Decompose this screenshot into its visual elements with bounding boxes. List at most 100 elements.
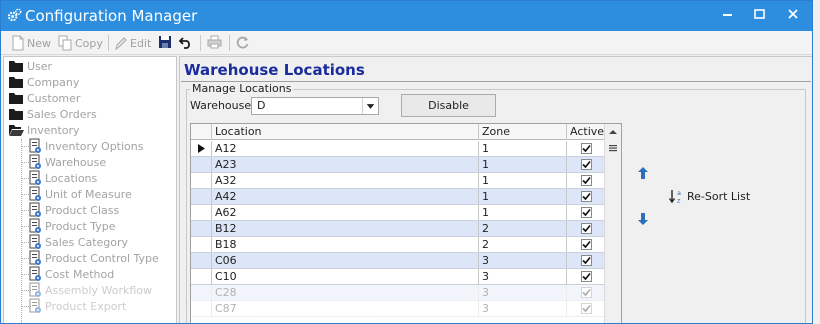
column-header-active[interactable]: Active [566,124,605,140]
close-icon[interactable] [776,1,810,30]
print-icon[interactable] [207,35,222,49]
row-selector[interactable] [191,269,211,284]
row-selector[interactable] [191,285,211,300]
save-icon[interactable] [158,35,172,49]
resort-list-button[interactable]: a z Re-Sort List [668,188,750,204]
cell-location[interactable]: C87 [211,301,478,316]
cell-location[interactable]: A23 [211,157,478,172]
pencil-icon [115,37,127,51]
tree-item-assembly-workflow[interactable]: Assembly Workflow [28,282,152,298]
row-selector[interactable] [191,189,211,204]
page-settings-icon [29,154,41,169]
cell-location[interactable]: A62 [211,205,478,220]
content-pane: Warehouse Locations Manage Locations War… [179,56,812,323]
active-checkbox[interactable] [581,255,592,266]
refresh-icon[interactable] [236,35,250,49]
active-checkbox[interactable] [581,271,592,282]
table-row[interactable]: A42 1 [191,189,605,205]
table-row[interactable]: C28 3 [191,285,605,301]
table-row[interactable]: A23 1 [191,157,605,173]
table-row[interactable]: A62 1 [191,205,605,221]
active-checkbox[interactable] [581,223,592,234]
minimize-icon[interactable] [711,1,745,30]
column-header-zone[interactable]: Zone [478,124,566,140]
cell-zone[interactable]: 1 [478,173,566,188]
tree-item-label: Assembly Workflow [45,283,153,297]
table-row[interactable]: C10 3 [191,269,605,285]
tree-item-sales-category[interactable]: Sales Category [28,234,128,250]
cell-zone[interactable]: 1 [478,189,566,204]
tree-item-product-class[interactable]: Product Class [28,202,119,218]
table-row[interactable]: C06 3 [191,253,605,269]
cell-location[interactable]: B12 [211,221,478,236]
active-checkbox[interactable] [581,207,592,218]
cell-location[interactable]: A32 [211,173,478,188]
row-selector[interactable] [191,221,211,236]
tree-item-product-type[interactable]: Product Type [28,218,116,234]
new-button[interactable]: New [11,33,51,53]
table-row[interactable]: C87 3 [191,301,605,317]
cell-location[interactable]: C06 [211,253,478,268]
row-selector[interactable] [191,253,211,268]
column-header-location[interactable]: Location [211,124,478,140]
cell-location[interactable]: A42 [211,189,478,204]
tree-item-user[interactable]: User [8,58,52,74]
copy-button[interactable]: Copy [58,33,103,53]
cell-zone[interactable]: 3 [478,269,566,284]
active-checkbox[interactable] [581,191,592,202]
cell-zone[interactable]: 1 [478,141,566,156]
undo-icon[interactable] [179,35,193,49]
cell-active [566,237,605,252]
tree-item-unit-of-measure[interactable]: Unit of Measure [28,186,132,202]
tree-item-locations[interactable]: Locations [28,170,97,186]
table-row[interactable]: A32 1 [191,173,605,189]
cell-location[interactable]: C10 [211,269,478,284]
row-selector[interactable] [191,157,211,172]
cell-zone[interactable]: 1 [478,157,566,172]
active-checkbox[interactable] [581,175,592,186]
cell-zone[interactable]: 1 [478,205,566,220]
active-checkbox[interactable] [581,159,592,170]
cell-zone[interactable]: 2 [478,221,566,236]
active-checkbox[interactable] [581,303,592,314]
row-selector[interactable] [191,205,211,220]
table-row[interactable]: B18 2 [191,237,605,253]
tree-item-warehouse[interactable]: Warehouse [28,154,106,170]
cell-location[interactable]: B18 [211,237,478,252]
table-row[interactable]: A12 1 [191,141,605,157]
tree-item-label: Sales Orders [27,107,97,121]
tree-item-inventory-options[interactable]: Inventory Options [28,138,143,154]
locations-grid[interactable]: Location Zone Active A12 1 A23 1 A32 1 A42 1 A62… [190,123,622,323]
warehouse-dropdown[interactable]: D [251,97,379,115]
disable-button[interactable]: Disable [401,94,496,117]
scroll-thumb-grip-icon[interactable] [608,143,618,153]
grid-scrollbar[interactable] [604,124,621,323]
move-up-arrow-icon[interactable] [636,165,650,181]
chevron-down-icon[interactable] [362,98,378,114]
tree-item-product-export[interactable]: Product Export [28,298,126,314]
tree-item-company[interactable]: Company [8,74,79,90]
cell-zone[interactable]: 3 [478,285,566,300]
maximize-icon[interactable] [742,1,776,30]
scroll-up-icon[interactable] [607,126,619,138]
cell-zone[interactable]: 3 [478,253,566,268]
row-selector[interactable] [191,141,211,156]
cell-zone[interactable]: 3 [478,301,566,316]
cell-location[interactable]: A12 [211,141,478,156]
edit-button[interactable]: Edit [114,33,151,53]
tree-item-customer[interactable]: Customer [8,90,80,106]
tree-item-cost-method[interactable]: Cost Method [28,266,114,282]
cell-zone[interactable]: 2 [478,237,566,252]
move-down-arrow-icon[interactable] [636,211,650,227]
tree-item-inventory[interactable]: Inventory [8,122,80,138]
row-selector[interactable] [191,173,211,188]
table-row[interactable]: B12 2 [191,221,605,237]
tree-item-sales-orders[interactable]: Sales Orders [8,106,97,122]
cell-location[interactable]: C28 [211,285,478,300]
row-selector[interactable] [191,237,211,252]
active-checkbox[interactable] [581,239,592,250]
tree-item-product-control-type[interactable]: Product Control Type [28,250,159,266]
active-checkbox[interactable] [581,287,592,298]
row-selector[interactable] [191,301,211,316]
active-checkbox[interactable] [581,143,592,154]
